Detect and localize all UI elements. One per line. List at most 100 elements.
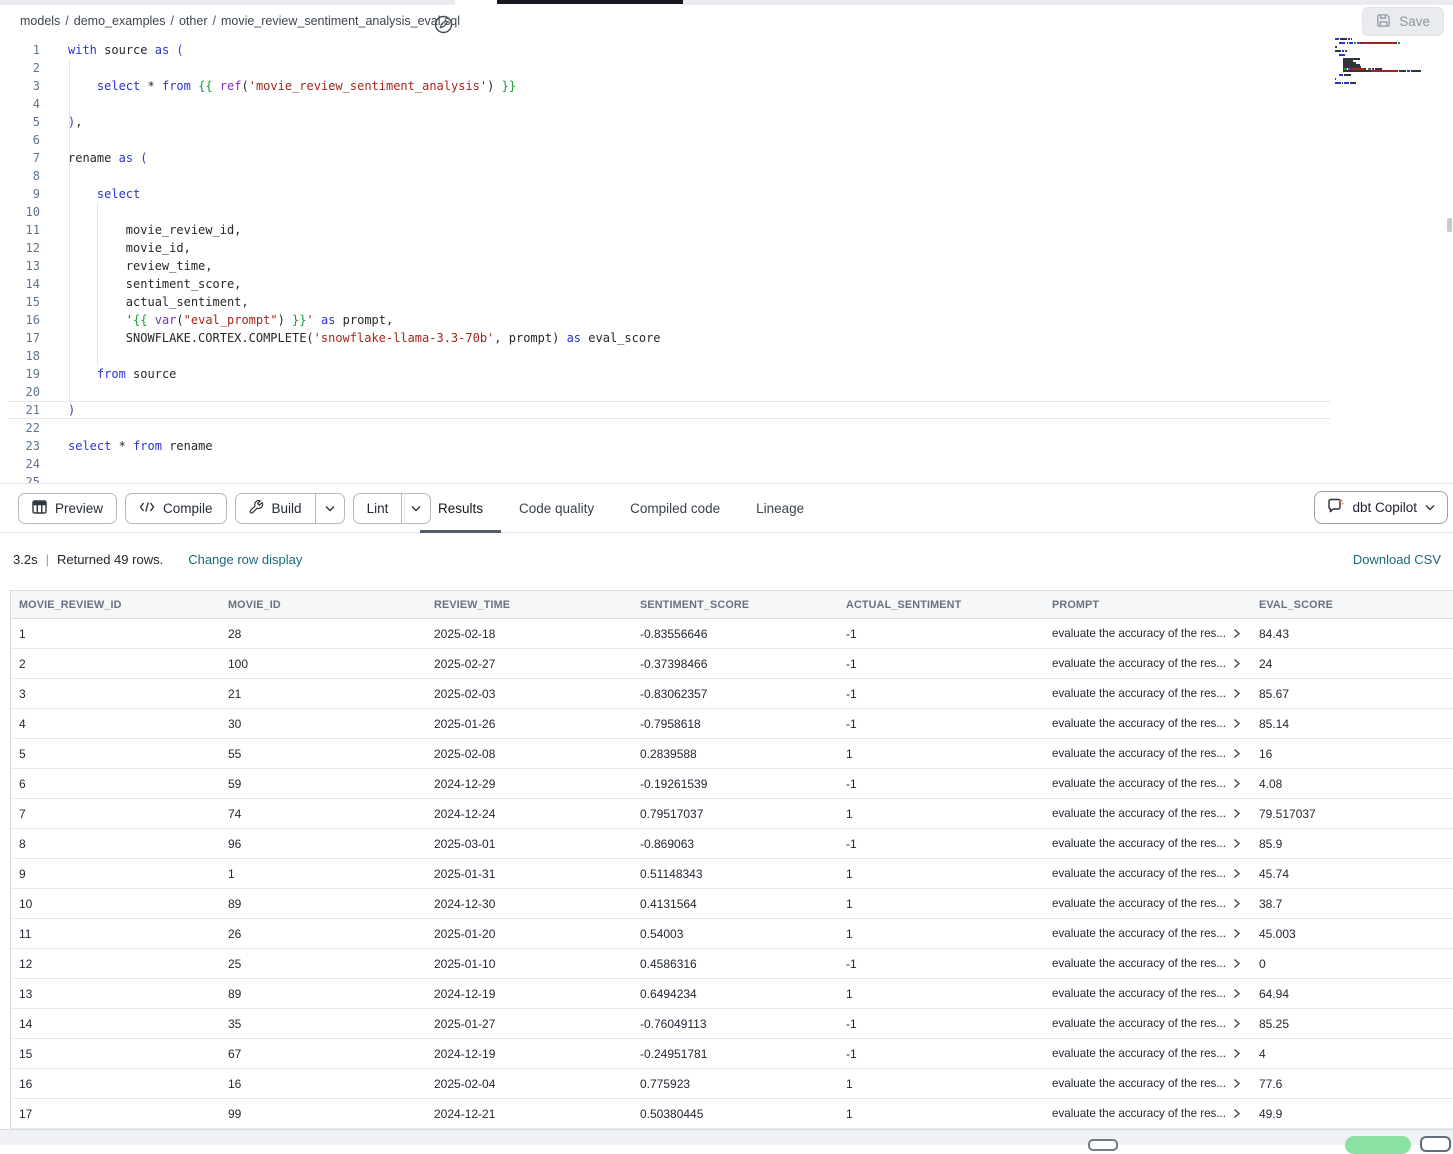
expand-prompt-icon[interactable] (1233, 1108, 1241, 1119)
prompt-preview-text: evaluate the accuracy of the res... (1052, 897, 1226, 910)
expand-prompt-icon[interactable] (1233, 1048, 1241, 1059)
prompt-cell[interactable]: evaluate the accuracy of the res... (1044, 949, 1251, 978)
prompt-preview-text: evaluate the accuracy of the res... (1052, 807, 1226, 820)
table-cell: 16 (11, 1069, 220, 1098)
prompt-cell[interactable]: evaluate the accuracy of the res... (1044, 649, 1251, 678)
table-row: 12252025-01-100.4586316-1evaluate the ac… (11, 949, 1453, 979)
expand-prompt-icon[interactable] (1233, 718, 1241, 729)
expand-prompt-icon[interactable] (1233, 808, 1241, 819)
preview-button[interactable]: Preview (18, 493, 117, 524)
expand-prompt-icon[interactable] (1233, 958, 1241, 969)
prompt-preview-text: evaluate the accuracy of the res... (1052, 657, 1226, 670)
expand-prompt-icon[interactable] (1233, 988, 1241, 999)
bottom-green-pill[interactable] (1345, 1136, 1411, 1154)
prompt-cell[interactable]: evaluate the accuracy of the res... (1044, 799, 1251, 828)
expand-prompt-icon[interactable] (1233, 658, 1241, 669)
download-csv-link[interactable]: Download CSV (1353, 552, 1441, 567)
breadcrumb-segment[interactable]: other (179, 14, 208, 28)
prompt-cell[interactable]: evaluate the accuracy of the res... (1044, 619, 1251, 648)
table-cell: 8 (11, 829, 220, 858)
expand-prompt-icon[interactable] (1233, 778, 1241, 789)
status-divider: | (46, 552, 49, 567)
prompt-cell[interactable]: evaluate the accuracy of the res... (1044, 889, 1251, 918)
table-cell: -0.83556646 (632, 619, 838, 648)
prompt-cell[interactable]: evaluate the accuracy of the res... (1044, 679, 1251, 708)
column-header: EVAL_SCORE (1251, 591, 1453, 618)
prompt-cell[interactable]: evaluate the accuracy of the res... (1044, 709, 1251, 738)
breadcrumb-segment[interactable]: models (20, 14, 60, 28)
bottom-bar-partial-button[interactable] (1088, 1139, 1118, 1151)
prompt-preview-text: evaluate the accuracy of the res... (1052, 1107, 1226, 1120)
table-cell: 2025-01-31 (426, 859, 632, 888)
prompt-preview-text: evaluate the accuracy of the res... (1052, 747, 1226, 760)
prompt-preview-text: evaluate the accuracy of the res... (1052, 1017, 1226, 1030)
column-header: SENTIMENT_SCORE (632, 591, 838, 618)
table-cell: -0.83062357 (632, 679, 838, 708)
table-cell: 1 (838, 1069, 1044, 1098)
table-row: 13892024-12-190.64942341evaluate the acc… (11, 979, 1453, 1009)
table-cell: 64.94 (1251, 979, 1453, 1008)
editor-scrollbar[interactable] (1447, 218, 1452, 232)
editor-minimap[interactable] (1335, 38, 1447, 88)
bottom-bar-partial-button[interactable] (1420, 1136, 1451, 1152)
expand-prompt-icon[interactable] (1233, 1018, 1241, 1029)
tab-results[interactable]: Results (420, 484, 501, 533)
code-line: actual_sentiment, (68, 293, 661, 311)
expand-prompt-icon[interactable] (1233, 868, 1241, 879)
prompt-cell[interactable]: evaluate the accuracy of the res... (1044, 859, 1251, 888)
table-cell: -1 (838, 649, 1044, 678)
expand-prompt-icon[interactable] (1233, 628, 1241, 639)
prompt-cell[interactable]: evaluate the accuracy of the res... (1044, 769, 1251, 798)
build-button[interactable]: Build (236, 494, 315, 523)
table-cell: 2024-12-29 (426, 769, 632, 798)
expand-prompt-icon[interactable] (1233, 688, 1241, 699)
table-cell: 99 (220, 1099, 426, 1128)
prompt-cell[interactable]: evaluate the accuracy of the res... (1044, 1009, 1251, 1038)
prompt-preview-text: evaluate the accuracy of the res... (1052, 1047, 1226, 1060)
code-editor[interactable]: 1234567891011121314151617181920212223242… (0, 36, 1453, 483)
toolbar-divider (404, 490, 405, 527)
dbt-copilot-button[interactable]: dbt Copilot (1314, 491, 1448, 524)
code-line: movie_id, (68, 239, 661, 257)
lint-label: Lint (367, 501, 389, 516)
change-row-display-link[interactable]: Change row display (188, 552, 302, 567)
prompt-cell[interactable]: evaluate the accuracy of the res... (1044, 1069, 1251, 1098)
save-button[interactable]: Save (1362, 7, 1444, 36)
prompt-preview-text: evaluate the accuracy of the res... (1052, 687, 1226, 700)
prompt-cell[interactable]: evaluate the accuracy of the res... (1044, 919, 1251, 948)
expand-prompt-icon[interactable] (1233, 1078, 1241, 1089)
table-cell: 7 (11, 799, 220, 828)
prompt-cell[interactable]: evaluate the accuracy of the res... (1044, 1099, 1251, 1128)
table-row: 912025-01-310.511483431evaluate the accu… (11, 859, 1453, 889)
table-cell: -1 (838, 1039, 1044, 1068)
table-cell: 2024-12-19 (426, 979, 632, 1008)
table-row: 10892024-12-300.41315641evaluate the acc… (11, 889, 1453, 919)
table-row: 4302025-01-26-0.7958618-1evaluate the ac… (11, 709, 1453, 739)
build-dropdown[interactable] (315, 494, 344, 523)
breadcrumb-segment[interactable]: demo_examples (74, 14, 166, 28)
tab-lineage[interactable]: Lineage (738, 484, 822, 533)
prompt-cell[interactable]: evaluate the accuracy of the res... (1044, 829, 1251, 858)
table-cell: 2025-01-20 (426, 919, 632, 948)
expand-prompt-icon[interactable] (1233, 748, 1241, 759)
compile-button[interactable]: Compile (125, 493, 227, 524)
breadcrumb-filename: movie_review_sentiment_analysis_eval.sql (221, 14, 460, 28)
code-line: review_time, (68, 257, 661, 275)
prompt-cell[interactable]: evaluate the accuracy of the res... (1044, 1039, 1251, 1068)
expand-prompt-icon[interactable] (1233, 928, 1241, 939)
table-cell: 14 (11, 1009, 220, 1038)
table-cell: 2025-02-08 (426, 739, 632, 768)
table-cell: 4.08 (1251, 769, 1453, 798)
expand-prompt-icon[interactable] (1233, 898, 1241, 909)
prompt-cell[interactable]: evaluate the accuracy of the res... (1044, 739, 1251, 768)
results-table: MOVIE_REVIEW_ID MOVIE_ID REVIEW_TIME SEN… (10, 590, 1453, 1129)
table-cell: 30 (220, 709, 426, 738)
prompt-cell[interactable]: evaluate the accuracy of the res... (1044, 979, 1251, 1008)
tab-code-quality[interactable]: Code quality (501, 484, 612, 533)
lint-button[interactable]: Lint (354, 494, 402, 523)
expand-prompt-icon[interactable] (1233, 838, 1241, 849)
tab-compiled-code[interactable]: Compiled code (612, 484, 738, 533)
table-cell: 85.25 (1251, 1009, 1453, 1038)
table-cell: 45.74 (1251, 859, 1453, 888)
prompt-preview-text: evaluate the accuracy of the res... (1052, 987, 1226, 1000)
